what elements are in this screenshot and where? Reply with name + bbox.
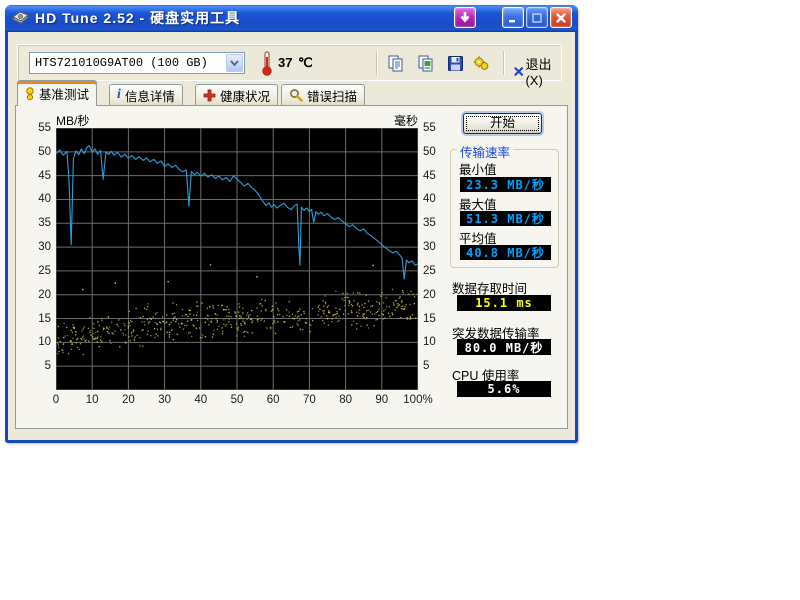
app-icon bbox=[12, 10, 29, 25]
tab-info[interactable]: i 信息详情 bbox=[109, 84, 183, 105]
info-icon: i bbox=[117, 89, 121, 101]
y-tick-left: 5 bbox=[21, 360, 51, 372]
transfer-rate-group: 传输速率 最小值 23.3 MB/秒 最大值 51.3 MB/秒 平均值 40.… bbox=[450, 149, 559, 268]
health-icon bbox=[203, 89, 216, 102]
x-tick: 20 bbox=[110, 394, 146, 406]
tab-error-scan-label: 错误扫描 bbox=[307, 86, 357, 105]
close-button[interactable] bbox=[550, 7, 572, 28]
desktop: HD Tune 2.52 - 硬盘实用工具 HTS721010G9AT00 (1… bbox=[0, 0, 800, 600]
y-tick-right: 25 bbox=[423, 265, 451, 277]
benchmark-icon bbox=[25, 87, 35, 101]
x-tick: 70 bbox=[291, 394, 327, 406]
y-tick-right: 55 bbox=[423, 122, 451, 134]
y-tick-left: 55 bbox=[21, 122, 51, 134]
x-tick: 100% bbox=[400, 394, 436, 406]
hdtune-window: HD Tune 2.52 - 硬盘实用工具 HTS721010G9AT00 (1… bbox=[5, 5, 578, 443]
avg-value: 40.8 MB/秒 bbox=[460, 245, 551, 260]
drive-select-value: HTS721010G9AT00 (100 GB) bbox=[30, 56, 225, 70]
burst-rate-value: 80.0 MB/秒 bbox=[457, 339, 551, 355]
exit-button[interactable]: 退出(X) bbox=[510, 52, 561, 90]
toolbar-separator bbox=[503, 51, 505, 75]
exit-label: 退出(X) bbox=[525, 54, 557, 88]
x-tick: 80 bbox=[328, 394, 364, 406]
tab-benchmark-label: 基准测试 bbox=[39, 84, 89, 103]
y-tick-left: 30 bbox=[21, 241, 51, 253]
toolbar: HTS721010G9AT00 (100 GB) 37 ℃ bbox=[17, 44, 562, 81]
copy-image-button[interactable] bbox=[414, 52, 436, 74]
y-tick-right: 50 bbox=[423, 146, 451, 158]
y-tick-right: 15 bbox=[423, 313, 451, 325]
access-time-value: 15.1 ms bbox=[457, 295, 551, 311]
x-tick: 10 bbox=[74, 394, 110, 406]
tab-health-label: 健康状况 bbox=[220, 86, 270, 105]
y-tick-right: 45 bbox=[423, 170, 451, 182]
thermometer-icon bbox=[261, 50, 273, 81]
x-tick: 30 bbox=[147, 394, 183, 406]
download-arrow-button[interactable] bbox=[454, 7, 476, 28]
y-tick-left: 10 bbox=[21, 336, 51, 348]
toolbar-separator bbox=[376, 51, 378, 75]
y-tick-right: 5 bbox=[423, 360, 451, 372]
x-tick: 90 bbox=[364, 394, 400, 406]
exit-x-icon bbox=[514, 65, 523, 78]
y-tick-left: 25 bbox=[21, 265, 51, 277]
tab-health[interactable]: 健康状况 bbox=[195, 84, 278, 105]
save-button[interactable] bbox=[444, 52, 466, 74]
tab-benchmark[interactable]: 基准测试 bbox=[17, 80, 97, 106]
chart-plot-area bbox=[56, 128, 418, 390]
y-tick-left: 15 bbox=[21, 313, 51, 325]
tab-error-scan[interactable]: 错误扫描 bbox=[281, 84, 365, 105]
right-axis-label: 毫秒 bbox=[356, 112, 418, 129]
minimize-button[interactable] bbox=[502, 7, 524, 28]
maximize-button[interactable] bbox=[526, 7, 548, 28]
temperature-value: 37 bbox=[278, 55, 292, 70]
y-tick-right: 10 bbox=[423, 336, 451, 348]
x-tick: 40 bbox=[183, 394, 219, 406]
tab-info-label: 信息详情 bbox=[125, 86, 175, 105]
titlebar[interactable]: HD Tune 2.52 - 硬盘实用工具 bbox=[5, 5, 578, 32]
options-icon[interactable] bbox=[470, 52, 492, 74]
y-tick-left: 50 bbox=[21, 146, 51, 158]
y-tick-left: 45 bbox=[21, 170, 51, 182]
chevron-down-icon[interactable] bbox=[226, 54, 243, 72]
x-tick: 50 bbox=[219, 394, 255, 406]
scan-icon bbox=[289, 88, 303, 102]
y-tick-right: 35 bbox=[423, 217, 451, 229]
min-value: 23.3 MB/秒 bbox=[460, 177, 551, 192]
window-title: HD Tune 2.52 - 硬盘实用工具 bbox=[35, 8, 452, 28]
x-tick: 60 bbox=[255, 394, 291, 406]
benchmark-tab-page: MB/秒 毫秒 55101015152020252530303535404045… bbox=[15, 105, 568, 429]
y-tick-right: 20 bbox=[423, 289, 451, 301]
y-tick-left: 35 bbox=[21, 217, 51, 229]
benchmark-chart: MB/秒 毫秒 55101015152020252530303535404045… bbox=[16, 106, 456, 430]
copy-text-button[interactable] bbox=[384, 52, 406, 74]
y-tick-right: 30 bbox=[423, 241, 451, 253]
cpu-usage-value: 5.6% bbox=[457, 381, 551, 397]
left-axis-label: MB/秒 bbox=[56, 112, 89, 129]
x-tick: 0 bbox=[38, 394, 74, 406]
y-tick-left: 20 bbox=[21, 289, 51, 301]
temperature-unit: ℃ bbox=[298, 55, 313, 71]
y-tick-right: 40 bbox=[423, 193, 451, 205]
drive-select-dropdown[interactable]: HTS721010G9AT00 (100 GB) bbox=[29, 52, 245, 74]
start-button[interactable]: 开始 bbox=[463, 113, 542, 134]
max-value: 51.3 MB/秒 bbox=[460, 211, 551, 226]
y-tick-left: 40 bbox=[21, 193, 51, 205]
